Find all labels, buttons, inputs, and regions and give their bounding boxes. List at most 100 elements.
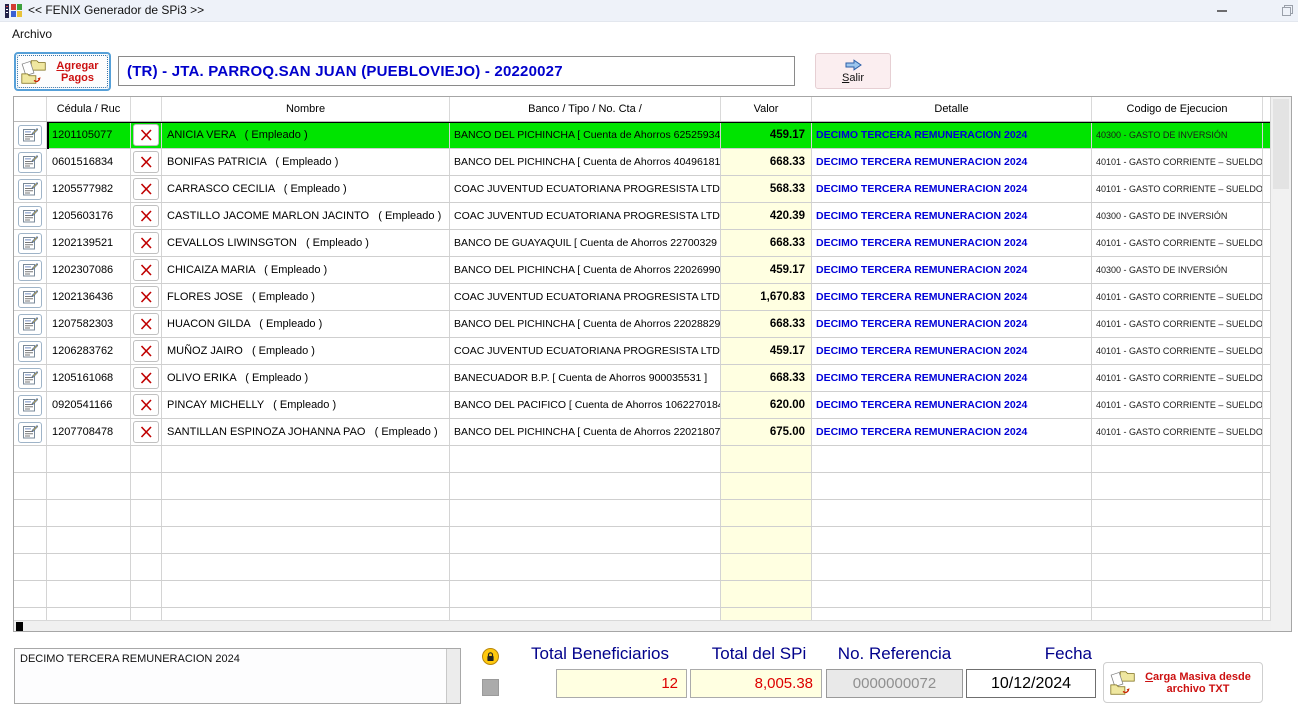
spacer-cell: [1263, 365, 1270, 391]
delete-cell: [131, 149, 162, 175]
table-row[interactable]: 1207582303 HUACON GILDA ( Empleado ) BAN…: [14, 311, 1270, 338]
gray-indicator-button[interactable]: [482, 679, 499, 696]
edit-row-button[interactable]: [18, 368, 42, 389]
edit-row-button[interactable]: [18, 206, 42, 227]
spacer-cell: [1263, 122, 1270, 148]
spacer-cell: [1263, 311, 1270, 337]
detalle-textarea-text: DECIMO TERCERA REMUNERACION 2024: [20, 653, 240, 665]
edit-form-icon: [23, 371, 38, 385]
edit-row-button[interactable]: [18, 422, 42, 443]
edit-row-button[interactable]: [18, 395, 42, 416]
edit-row-button[interactable]: [18, 179, 42, 200]
detalle-cell: DECIMO TERCERA REMUNERACION 2024: [812, 230, 1092, 256]
empty-table-row[interactable]: [14, 554, 1270, 581]
table-row[interactable]: 0920541166 PINCAY MICHELLY ( Empleado ) …: [14, 392, 1270, 419]
empty-table-row[interactable]: [14, 581, 1270, 608]
delete-x-icon: [140, 318, 152, 330]
delete-x-icon: [140, 129, 152, 141]
table-row[interactable]: 1202136436 FLORES JOSE ( Empleado ) COAC…: [14, 284, 1270, 311]
fecha-field[interactable]: 10/12/2024: [966, 669, 1096, 698]
table-row[interactable]: 1205603176 CASTILLO JACOME MARLON JACINT…: [14, 203, 1270, 230]
row-selector-cell: [14, 365, 47, 391]
delete-row-button[interactable]: [133, 313, 159, 335]
exit-arrow-icon: [843, 59, 863, 71]
banco-cell: COAC JUVENTUD ECUATORIANA PROGRESISTA LT…: [450, 203, 721, 229]
codigo-cell: 40101 - GASTO CORRIENTE – SUELDOS: [1092, 392, 1263, 418]
detalle-cell: DECIMO TERCERA REMUNERACION 2024: [812, 419, 1092, 445]
menu-archivo[interactable]: Archivo: [8, 26, 56, 42]
detalle-cell: DECIMO TERCERA REMUNERACION 2024: [812, 365, 1092, 391]
table-row[interactable]: 1202139521 CEVALLOS LIWINSGTON ( Emplead…: [14, 230, 1270, 257]
edit-row-button[interactable]: [18, 233, 42, 254]
delete-row-button[interactable]: [133, 124, 159, 146]
nombre-cell: CARRASCO CECILIA ( Empleado ): [162, 176, 450, 202]
restore-button[interactable]: [1270, 0, 1298, 22]
delete-row-button[interactable]: [133, 232, 159, 254]
menu-bar: Archivo: [0, 23, 1298, 45]
table-row[interactable]: 1202307086 CHICAIZA MARIA ( Empleado ) B…: [14, 257, 1270, 284]
empty-table-row[interactable]: [14, 500, 1270, 527]
row-selector-cell: [14, 122, 47, 148]
nombre-cell: ANICIA VERA ( Empleado ): [162, 122, 450, 148]
minimize-button[interactable]: [1205, 0, 1239, 22]
edit-row-button[interactable]: [18, 260, 42, 281]
delete-row-button[interactable]: [133, 286, 159, 308]
carga-masiva-button[interactable]: Carga Masiva desdearchivo TXT: [1103, 662, 1263, 703]
delete-cell: [131, 257, 162, 283]
app-icon: [5, 3, 23, 19]
table-row[interactable]: 1205577982 CARRASCO CECILIA ( Empleado )…: [14, 176, 1270, 203]
edit-row-button[interactable]: [18, 314, 42, 335]
banco-cell: COAC JUVENTUD ECUATORIANA PROGRESISTA LT…: [450, 284, 721, 310]
empty-table-row[interactable]: [14, 446, 1270, 473]
delete-row-button[interactable]: [133, 367, 159, 389]
total-beneficiarios-field: 12: [556, 669, 687, 698]
empty-table-row[interactable]: [14, 527, 1270, 554]
table-row[interactable]: 1201105077 ANICIA VERA ( Empleado ) BANC…: [14, 122, 1270, 149]
salir-button[interactable]: Salir: [815, 53, 891, 89]
cedula-cell: 1207582303: [47, 311, 131, 337]
total-spi-field: 8,005.38: [690, 669, 822, 698]
edit-row-button[interactable]: [18, 125, 42, 146]
horizontal-scrollbar[interactable]: [14, 620, 1271, 631]
delete-row-button[interactable]: [133, 151, 159, 173]
codigo-cell: 40101 - GASTO CORRIENTE – SUELDOS: [1092, 419, 1263, 445]
edit-form-icon: [23, 209, 38, 223]
valor-cell: 668.33: [721, 149, 812, 175]
edit-row-button[interactable]: [18, 341, 42, 362]
delete-cell: [131, 392, 162, 418]
delete-row-button[interactable]: [133, 259, 159, 281]
delete-x-icon: [140, 210, 152, 222]
empty-table-row[interactable]: [14, 473, 1270, 500]
edit-row-button[interactable]: [18, 152, 42, 173]
vertical-scrollbar-thumb[interactable]: [1273, 99, 1289, 189]
delete-cell: [131, 203, 162, 229]
detalle-textarea[interactable]: DECIMO TERCERA REMUNERACION 2024: [14, 648, 461, 704]
table-row[interactable]: 1206283762 MUÑOZ JAIRO ( Empleado ) COAC…: [14, 338, 1270, 365]
delete-row-button[interactable]: [133, 421, 159, 443]
lock-icon[interactable]: [482, 648, 499, 665]
cedula-cell: 1206283762: [47, 338, 131, 364]
cedula-cell: 1207708478: [47, 419, 131, 445]
horizontal-scrollbar-thumb[interactable]: [16, 622, 23, 631]
textarea-scrollbar[interactable]: [446, 649, 460, 703]
table-row[interactable]: 1205161068 OLIVO ERIKA ( Empleado ) BANE…: [14, 365, 1270, 392]
entity-title-field[interactable]: (TR) - JTA. PARROQ.SAN JUAN (PUEBLOVIEJO…: [118, 56, 795, 86]
delete-row-button[interactable]: [133, 394, 159, 416]
delete-row-button[interactable]: [133, 340, 159, 362]
vertical-scrollbar[interactable]: [1270, 97, 1291, 631]
payments-table: Cédula / Ruc Nombre Banco / Tipo / No. C…: [13, 96, 1292, 632]
banco-cell: BANCO DEL PICHINCHA [ Cuenta de Ahorros …: [450, 122, 721, 148]
delete-row-button[interactable]: [133, 178, 159, 200]
header-codigo: Codigo de Ejecucion: [1092, 97, 1263, 121]
cedula-cell: 0920541166: [47, 392, 131, 418]
edit-row-button[interactable]: [18, 287, 42, 308]
banco-cell: COAC JUVENTUD ECUATORIANA PROGRESISTA LT…: [450, 338, 721, 364]
table-row[interactable]: 1207708478 SANTILLAN ESPINOZA JOHANNA PA…: [14, 419, 1270, 446]
table-row[interactable]: 0601516834 BONIFAS PATRICIA ( Empleado )…: [14, 149, 1270, 176]
delete-row-button[interactable]: [133, 205, 159, 227]
agregar-pagos-button[interactable]: AgregarPagos: [14, 52, 111, 91]
banco-cell: BANCO DEL PICHINCHA [ Cuenta de Ahorros …: [450, 311, 721, 337]
header-detalle: Detalle: [812, 97, 1092, 121]
cedula-cell: 1205161068: [47, 365, 131, 391]
valor-cell: 459.17: [721, 338, 812, 364]
